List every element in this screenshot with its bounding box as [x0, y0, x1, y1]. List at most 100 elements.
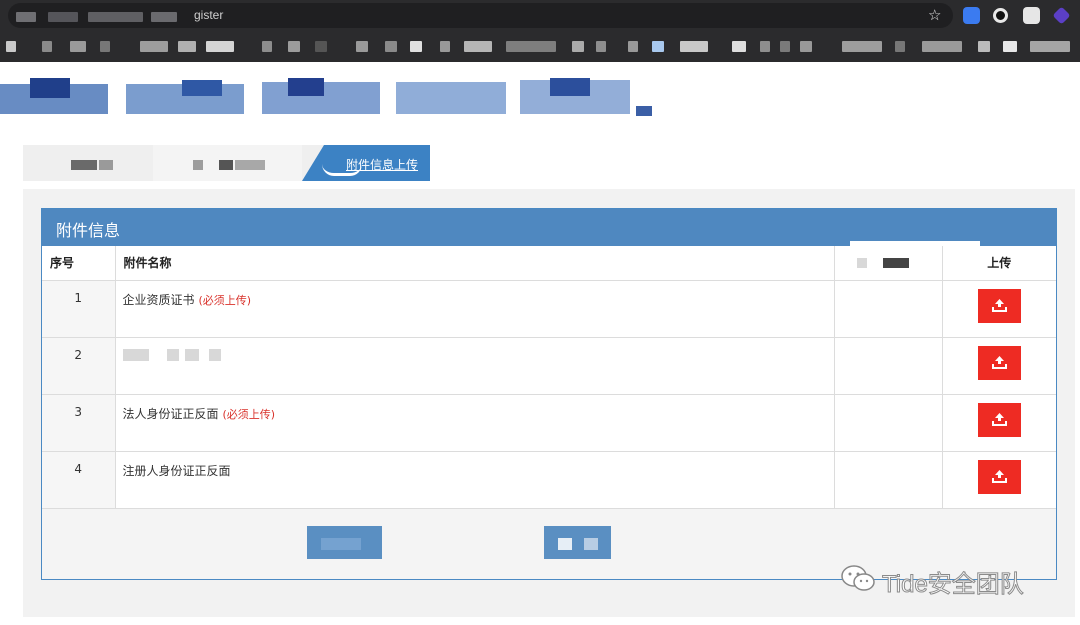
attachment-table: 序号 附件名称 上传 1 企业资质证书 (必须上传) 2 3 法人身份证正反面 … [42, 246, 1056, 509]
submit-button[interactable] [544, 526, 611, 559]
row-name-cell: 注册人身份证正反面 [115, 451, 835, 509]
title-blur [182, 80, 222, 96]
attachment-name: 法人身份证正反面 [122, 406, 219, 421]
row-status [834, 394, 943, 452]
header-blur [882, 258, 909, 268]
extension-icon[interactable] [1052, 6, 1071, 25]
table-header-row: 序号 附件名称 上传 [42, 246, 1056, 281]
row-upload-cell [942, 394, 1056, 452]
row-seq: 1 [42, 280, 116, 338]
upload-button[interactable] [977, 459, 1021, 494]
upload-icon [991, 469, 1007, 483]
table-row: 4 注册人身份证正反面 [42, 451, 1056, 509]
name-blur [208, 349, 221, 361]
extension-icon[interactable] [1023, 7, 1040, 24]
bookmark-item[interactable] [464, 41, 492, 52]
bookmark-item[interactable] [596, 41, 606, 52]
row-status [834, 451, 943, 509]
upload-icon [991, 355, 1007, 369]
tab-label-blur [99, 160, 113, 170]
star-icon[interactable]: ☆ [928, 6, 941, 24]
row-status [834, 337, 943, 395]
address-blur [16, 12, 36, 22]
bookmark-item[interactable] [732, 41, 746, 52]
row-name-cell [115, 337, 835, 395]
bookmark-item[interactable] [42, 41, 52, 52]
row-status [834, 280, 943, 338]
tab-step-1[interactable] [23, 145, 153, 181]
required-tag: (必须上传) [198, 293, 252, 307]
bookmark-item[interactable] [1003, 41, 1017, 52]
upload-button[interactable] [977, 345, 1021, 380]
table-row: 2 [42, 337, 1056, 395]
bookmark-item[interactable] [760, 41, 770, 52]
tab-label: 附件信息上传 [346, 158, 419, 172]
row-seq: 3 [42, 394, 116, 452]
bookmark-item[interactable] [140, 41, 168, 52]
panel-header: 附件信息 [42, 209, 1056, 249]
attachment-name: 企业资质证书 [122, 292, 195, 307]
column-header-name: 附件名称 [115, 246, 835, 281]
tab-decoration [302, 145, 324, 181]
previous-step-button[interactable] [307, 526, 382, 559]
column-header-upload: 上传 [942, 246, 1056, 281]
bookmark-item[interactable] [895, 41, 905, 52]
button-label-blur [584, 538, 598, 550]
tab-attachment-upload[interactable]: 附件信息上传 [302, 145, 430, 181]
bookmark-item[interactable] [315, 41, 327, 52]
bookmark-item[interactable] [100, 41, 110, 52]
bookmark-item[interactable] [288, 41, 300, 52]
bookmark-item[interactable] [842, 41, 882, 52]
bookmark-item[interactable] [922, 41, 962, 52]
title-blur [396, 82, 506, 114]
bookmark-item[interactable] [356, 41, 368, 52]
address-bar[interactable]: gister [8, 3, 953, 28]
bookmark-item[interactable] [506, 41, 556, 52]
bookmark-item[interactable] [780, 41, 790, 52]
bookmark-item[interactable] [385, 41, 397, 52]
bookmark-item[interactable] [440, 41, 450, 52]
row-seq: 4 [42, 451, 116, 509]
wechat-icon [841, 565, 875, 591]
bookmark-item[interactable] [800, 41, 812, 52]
button-label-blur [558, 538, 572, 550]
attachment-name: 注册人身份证正反面 [122, 463, 231, 478]
address-blur [48, 12, 78, 22]
table-row: 3 法人身份证正反面 (必须上传) [42, 394, 1056, 452]
bookmark-item[interactable] [978, 41, 990, 52]
upload-button[interactable] [977, 402, 1021, 437]
row-upload-cell [942, 337, 1056, 395]
table-row: 1 企业资质证书 (必须上传) [42, 280, 1056, 338]
header-blur [856, 258, 867, 268]
browser-toolbar: gister ☆ [0, 0, 1080, 32]
bookmark-item[interactable] [178, 41, 196, 52]
required-tag: (必须上传) [222, 407, 276, 421]
bookmark-item[interactable] [410, 41, 422, 52]
bookmark-item[interactable] [1030, 41, 1070, 52]
row-upload-cell [942, 280, 1056, 338]
tab-step-2[interactable] [153, 145, 303, 181]
page-title [0, 78, 660, 124]
watermark: Tide安全团队 [840, 562, 1060, 599]
bookmarks-bar [0, 32, 1080, 62]
step-tabs: 附件信息上传 [23, 145, 1075, 181]
upload-button[interactable] [977, 288, 1021, 323]
bookmark-item[interactable] [572, 41, 584, 52]
bookmark-item[interactable] [628, 41, 638, 52]
name-blur [166, 349, 179, 361]
bookmark-item[interactable] [680, 41, 708, 52]
bookmark-item[interactable] [6, 41, 16, 52]
attachment-panel: 附件信息 序号 附件名称 上传 1 企业资质证书 (必须上传) 2 3 法人身份… [41, 208, 1057, 580]
extension-icon[interactable] [993, 8, 1008, 23]
bookmark-item[interactable] [70, 41, 86, 52]
tab-label-blur [235, 160, 265, 170]
address-text: gister [194, 8, 224, 22]
name-blur [184, 349, 199, 361]
bookmark-item[interactable] [262, 41, 272, 52]
tab-label-blur [193, 160, 203, 170]
upload-icon [991, 298, 1007, 312]
bookmark-item[interactable] [652, 41, 664, 52]
address-blur [151, 12, 177, 22]
bookmark-item[interactable] [206, 41, 234, 52]
extension-icon[interactable] [963, 7, 980, 24]
